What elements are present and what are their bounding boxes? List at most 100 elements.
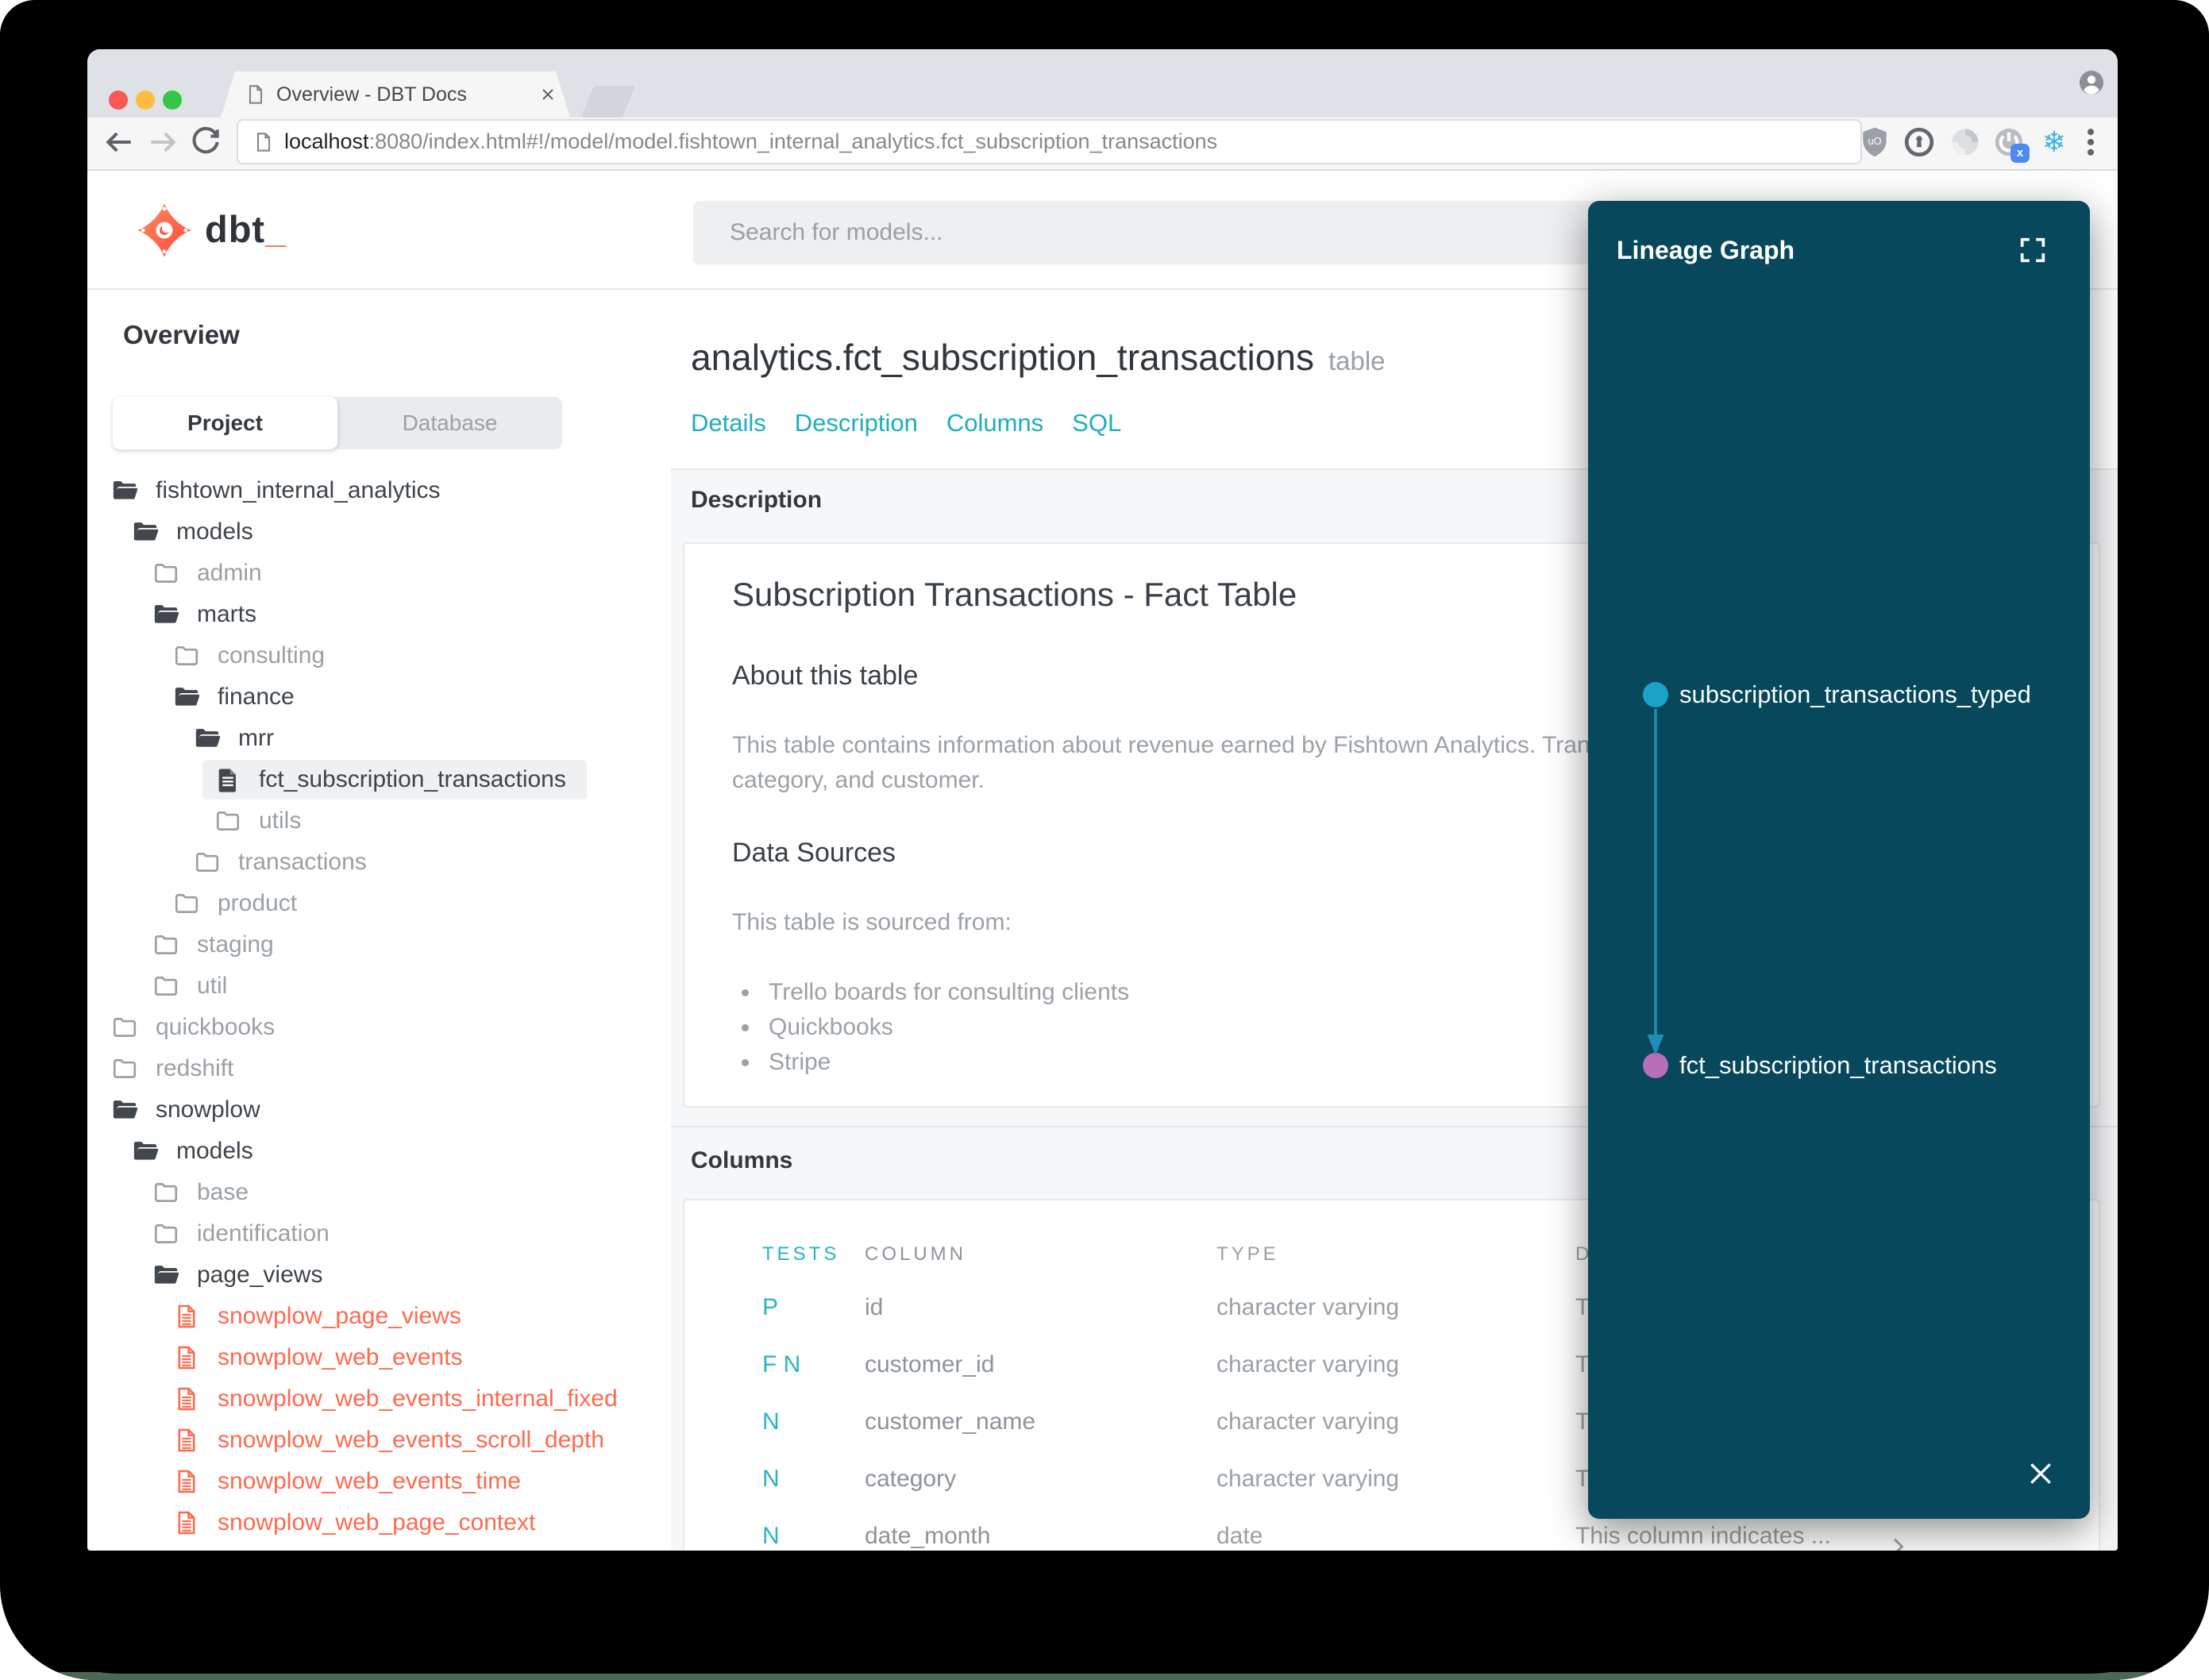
sidebar-item-models[interactable]: models xyxy=(87,511,671,553)
sidebar-item-label: util xyxy=(197,973,228,999)
sidebar-item-util[interactable]: util xyxy=(87,965,671,1007)
folder-icon xyxy=(111,1055,138,1082)
sidebar-item-snowplow_web_page_context[interactable]: snowplow_web_page_context xyxy=(87,1502,671,1543)
sidebar-item-label: redshift xyxy=(156,1055,234,1081)
tab-title: Overview - DBT Docs xyxy=(276,83,467,106)
sidebar-item-label: identification xyxy=(197,1220,330,1247)
extension-badge: x xyxy=(2010,144,2030,163)
folder-open-icon xyxy=(173,684,200,711)
tests-cell: N xyxy=(762,1523,780,1549)
page-title: analytics.fct_subscription_transactions t… xyxy=(691,337,1386,378)
sidebar-item-label: product xyxy=(218,890,298,916)
tab-description[interactable]: Description xyxy=(795,409,918,437)
folder-icon xyxy=(173,642,200,669)
sources-heading: Data Sources xyxy=(732,838,896,868)
sidebar-item-utils[interactable]: utils xyxy=(87,800,671,842)
lineage-node-dot xyxy=(1643,682,1668,707)
column-header-tests: TESTS xyxy=(762,1243,840,1265)
document-icon xyxy=(173,1344,200,1371)
lineage-graph-panel: Lineage Graph subscription_transactions_… xyxy=(1588,201,2090,1519)
sidebar-item-snowplow_web_events_internal_fixed[interactable]: snowplow_web_events_internal_fixed xyxy=(87,1378,671,1420)
close-icon[interactable] xyxy=(2025,1458,2057,1489)
swirl-icon[interactable] xyxy=(1948,125,1983,160)
close-window-button[interactable] xyxy=(109,91,128,110)
folder-icon xyxy=(111,1014,138,1041)
sidebar-item-quickbooks[interactable]: quickbooks xyxy=(87,1007,671,1048)
sidebar-item-page_views[interactable]: page_views xyxy=(87,1254,671,1296)
refresh-icon[interactable] xyxy=(188,125,223,160)
sidebar-item-fishtown_internal_analytics[interactable]: fishtown_internal_analytics xyxy=(87,470,671,511)
sidebar-item-snowplow_web_events_scroll_depth[interactable]: snowplow_web_events_scroll_depth xyxy=(87,1420,671,1461)
sidebar-item-snowplow_page_views[interactable]: snowplow_page_views xyxy=(87,1296,671,1337)
column-header-column: COLUMN xyxy=(865,1243,967,1265)
sidebar-item-label: admin xyxy=(197,560,262,586)
sidebar-item-redshift[interactable]: redshift xyxy=(87,1048,671,1089)
forward-arrow-icon[interactable] xyxy=(145,125,180,160)
snowflake-icon[interactable]: ❄ xyxy=(2037,125,2072,160)
tests-cell: N xyxy=(762,1408,780,1435)
type-cell: character varying xyxy=(1216,1408,1400,1435)
source-list-item: Quickbooks xyxy=(732,1010,1129,1045)
sidebar-item-snowplow_web_events[interactable]: snowplow_web_events xyxy=(87,1337,671,1378)
folder-open-icon xyxy=(111,477,138,504)
sidebar-item-base[interactable]: base xyxy=(87,1172,671,1213)
chevron-right-icon[interactable] xyxy=(1885,1524,1910,1551)
file-tree: fishtown_internal_analytics models admin ma… xyxy=(87,470,671,1543)
tab-details[interactable]: Details xyxy=(691,409,766,437)
ublock-shield-icon[interactable]: uO xyxy=(1857,125,1892,160)
new-tab-button[interactable] xyxy=(580,86,636,118)
power-x-icon[interactable]: x xyxy=(1991,125,2030,163)
address-bar[interactable]: localhost:8080/index.html#!/model/model.… xyxy=(237,119,1862,164)
sidebar-item-product[interactable]: product xyxy=(87,883,671,924)
document-icon xyxy=(173,1427,200,1454)
folder-open-icon xyxy=(152,1262,179,1289)
browser-toolbar: localhost:8080/index.html#!/model/model.… xyxy=(87,118,2118,171)
sidebar-item-consulting[interactable]: consulting xyxy=(87,635,671,676)
expand-icon[interactable] xyxy=(2017,234,2049,266)
sidebar-item-marts[interactable]: marts xyxy=(87,594,671,635)
profile-avatar[interactable] xyxy=(2077,68,2106,97)
column-cell: category xyxy=(865,1466,957,1492)
folder-icon xyxy=(152,560,179,587)
sidebar-item-admin[interactable]: admin xyxy=(87,553,671,594)
kebab-menu-icon[interactable] xyxy=(2073,125,2108,160)
tab-sql[interactable]: SQL xyxy=(1072,409,1121,437)
dbt-logo-icon[interactable] xyxy=(137,202,192,258)
sidebar-item-label: finance xyxy=(218,684,295,710)
sidebar-item-label: staging xyxy=(197,931,274,958)
sidebar-item-mrr[interactable]: mrr xyxy=(87,718,671,759)
doc-title: Subscription Transactions - Fact Table xyxy=(732,576,1297,613)
lineage-node-label: fct_subscription_transactions xyxy=(1679,1051,1997,1079)
browser-tab[interactable]: Overview - DBT Docs xyxy=(221,71,570,118)
tab-close-icon[interactable] xyxy=(538,85,557,104)
sidebar-item-snowplow[interactable]: snowplow xyxy=(87,1089,671,1131)
sidebar-item-label: snowplow_web_events_time xyxy=(218,1468,521,1494)
toggle-project[interactable]: Project xyxy=(113,397,337,449)
sidebar-item-fct_subscription_transactions[interactable]: fct_subscription_transactions xyxy=(87,759,671,800)
document-icon xyxy=(245,83,267,106)
back-arrow-icon[interactable] xyxy=(102,125,137,160)
type-cell: character varying xyxy=(1216,1466,1400,1492)
model-tabs: Details Description Columns SQL xyxy=(691,409,1121,437)
toggle-database[interactable]: Database xyxy=(337,397,562,449)
sidebar-item-transactions[interactable]: transactions xyxy=(87,842,671,883)
sidebar-item-label: page_views xyxy=(197,1262,323,1288)
sidebar-item-staging[interactable]: staging xyxy=(87,924,671,965)
sidebar-item-identification[interactable]: identification xyxy=(87,1213,671,1254)
sidebar-item-snowplow_web_events_time[interactable]: snowplow_web_events_time xyxy=(87,1461,671,1502)
project-database-toggle: Project Database xyxy=(113,397,562,449)
sidebar-item-finance[interactable]: finance xyxy=(87,676,671,718)
about-heading: About this table xyxy=(732,661,919,691)
folder-icon xyxy=(214,807,241,834)
tab-columns[interactable]: Columns xyxy=(946,409,1043,437)
sidebar-item-models[interactable]: models xyxy=(87,1131,671,1172)
sidebar-item-label: base xyxy=(197,1179,249,1205)
columns-section-heading: Columns xyxy=(691,1147,793,1173)
onepassword-icon[interactable] xyxy=(1902,125,1937,160)
minimize-window-button[interactable] xyxy=(136,91,155,110)
source-list-item: Stripe xyxy=(732,1045,1129,1080)
type-cell: character varying xyxy=(1216,1351,1400,1378)
dbt-wordmark: dbt_ xyxy=(205,208,287,250)
tests-cell: N xyxy=(762,1466,780,1492)
zoom-window-button[interactable] xyxy=(163,91,182,110)
